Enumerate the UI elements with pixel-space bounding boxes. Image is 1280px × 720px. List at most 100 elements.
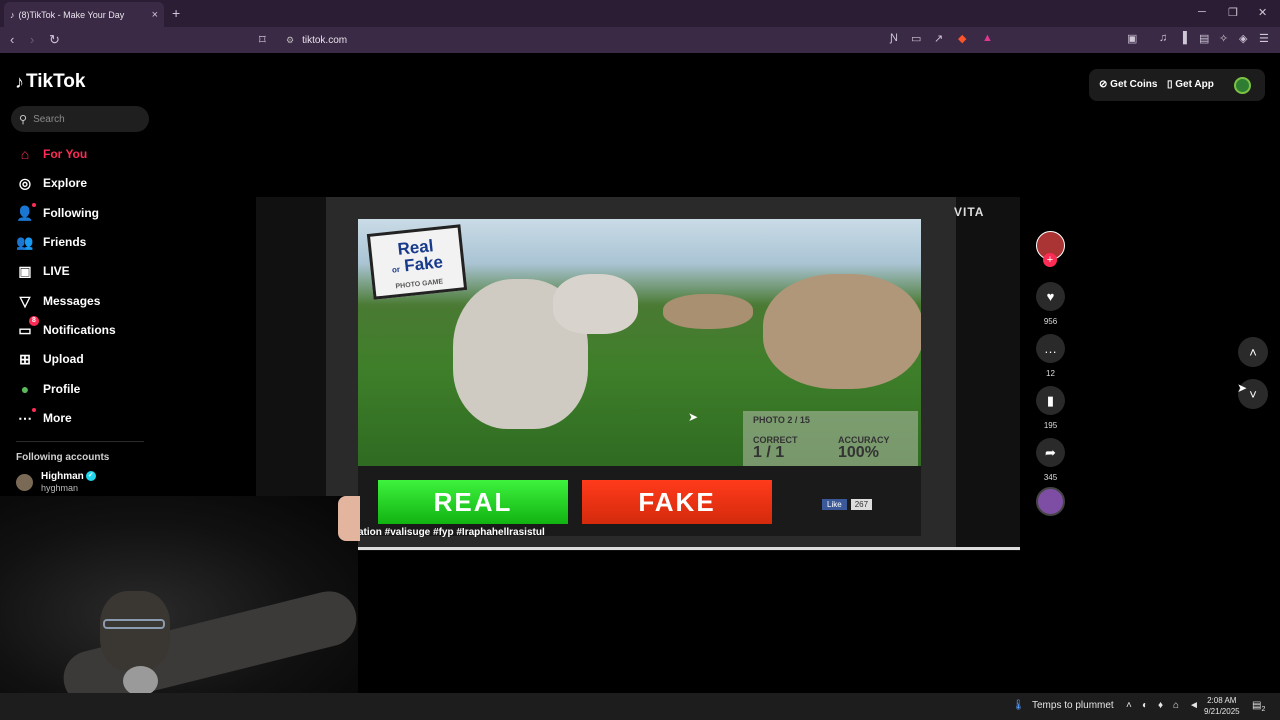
- home-icon: ⌂: [20, 146, 30, 162]
- taskbar-clock[interactable]: 2:08 AM 9/21/2025: [1204, 695, 1240, 717]
- sidebar-item-more[interactable]: ⋯ More: [16, 407, 72, 428]
- wallet-icon[interactable]: ▤: [1199, 32, 1209, 45]
- account-name: Highman ✓: [41, 471, 96, 483]
- following-icon: 👤: [16, 202, 36, 222]
- compass-icon: ◎: [18, 174, 32, 191]
- search-input[interactable]: ⚲ Search: [11, 106, 149, 132]
- fake-answer-button: FAKE: [582, 480, 772, 524]
- user-avatar[interactable]: [1234, 77, 1251, 94]
- tiktok-note-icon: ♪: [15, 71, 24, 92]
- tiktok-logo[interactable]: ♪ TikTok: [15, 71, 85, 93]
- chevron-down-icon: ˅: [1249, 386, 1257, 402]
- address-bar-row: ‹ › ↻ ⌑ ⚙ tiktok.com Ɲ ▭ ↗ ◆ ▲ ▣ ♫ ▐ ▤ ✧…: [0, 27, 1280, 53]
- back-icon[interactable]: ‹: [10, 32, 14, 47]
- site-info-icon[interactable]: ⚙: [286, 35, 294, 46]
- share-arrow-icon[interactable]: ➦: [1036, 438, 1065, 467]
- network-icon[interactable]: ⌂: [1173, 700, 1179, 711]
- save-count: 195: [1043, 421, 1058, 430]
- media-icon[interactable]: ▣: [1127, 32, 1137, 45]
- tray-app-icon[interactable]: ◐: [1142, 700, 1148, 711]
- sidebar-item-upload[interactable]: ⊞ Upload: [16, 349, 84, 369]
- sidebar-item-explore[interactable]: ◎ Explore: [16, 173, 87, 193]
- sidebar-toggle-icon[interactable]: ▐: [1179, 32, 1187, 44]
- follow-plus-icon[interactable]: +: [1043, 253, 1057, 267]
- vpn-icon[interactable]: ◈: [1239, 32, 1247, 45]
- comment-action[interactable]: … 12: [1036, 334, 1065, 378]
- browser-tab[interactable]: ♪ (8)TikTok - Make Your Day ×: [4, 2, 164, 27]
- video-progress-bar[interactable]: [358, 547, 1020, 550]
- real-or-fake-logo: Real or Fake PHOTO GAME: [366, 224, 468, 300]
- menu-icon[interactable]: ☰: [1259, 32, 1269, 45]
- browser-tab-bar: ♪ (8)TikTok - Make Your Day × + ─ ❐ ✕: [0, 0, 1280, 27]
- profile-avatar-icon: ●: [20, 381, 30, 397]
- like-action[interactable]: ♥ 956: [1036, 282, 1065, 326]
- rewards-icon[interactable]: ▲: [982, 32, 993, 44]
- share-action[interactable]: ➦ 345: [1036, 438, 1065, 482]
- cow-photo: Real or Fake PHOTO GAME PHOTO 2 / 15 COR…: [358, 219, 921, 466]
- messages-icon: ▽: [19, 292, 31, 309]
- sidebar-divider: [16, 441, 144, 442]
- score-panel: PHOTO 2 / 15 CORRECT 1 / 1 ACCURACY 100%: [743, 411, 918, 466]
- webcam-overlay: [0, 496, 363, 712]
- windows-taskbar: 🌡 Temps to plummet ˄ ◐ ♦ ⌂ ◄ 2:08 AM 9/2…: [0, 693, 1280, 720]
- brave-shield-icon[interactable]: ◆: [958, 32, 966, 45]
- sidebar-item-friends[interactable]: 👥 Friends: [16, 232, 86, 252]
- url-text: tiktok.com: [302, 34, 348, 46]
- microphone-icon[interactable]: ♦: [1158, 700, 1163, 711]
- music-queue-icon[interactable]: ♫: [1159, 32, 1167, 44]
- share-icon[interactable]: ↗: [934, 32, 943, 45]
- share-count: 345: [1043, 473, 1058, 482]
- forward-icon[interactable]: ›: [30, 32, 34, 47]
- real-answer-button: REAL: [378, 480, 568, 524]
- bookmark-icon[interactable]: ▮: [1036, 386, 1065, 415]
- more-icon: ⋯: [16, 407, 36, 427]
- leo-ai-icon[interactable]: ✧: [1219, 32, 1228, 45]
- heart-icon[interactable]: ♥: [1036, 282, 1065, 311]
- video-caption[interactable]: ation #valisuge #fyp #Iraphahellrasistul: [358, 527, 545, 538]
- vita-watermark: VITA: [954, 205, 985, 219]
- new-tab-button[interactable]: +: [172, 5, 180, 21]
- mouse-cursor-icon: ➤: [688, 410, 699, 424]
- streamer-head: [100, 591, 170, 671]
- tray-chevron-icon[interactable]: ˄: [1126, 700, 1132, 711]
- live-icon: ▣: [18, 262, 32, 279]
- following-account-item[interactable]: Highman ✓ hyghman: [16, 471, 96, 494]
- progress-fill: [358, 547, 1020, 550]
- microphone: [123, 666, 158, 696]
- new-dot: [32, 407, 36, 412]
- bookmark-icon[interactable]: ⌑: [259, 32, 266, 48]
- notification-center-icon[interactable]: ▤2: [1252, 700, 1265, 713]
- translate-icon[interactable]: Ɲ: [890, 32, 898, 44]
- comment-count: 12: [1046, 369, 1055, 378]
- reload-icon[interactable]: ↻: [49, 32, 60, 48]
- save-action[interactable]: ▮ 195: [1036, 386, 1065, 430]
- volume-icon[interactable]: ◄: [1189, 700, 1199, 711]
- sidebar-item-notifications[interactable]: ▭ 8 Notifications: [16, 315, 116, 340]
- search-icon: ⚲: [19, 113, 28, 126]
- background-cow: [663, 294, 753, 329]
- chevron-up-icon: ˄: [1249, 344, 1257, 360]
- music-disc-icon[interactable]: [1036, 487, 1065, 516]
- cast-icon[interactable]: ▭: [911, 32, 921, 45]
- minimize-button[interactable]: ─: [1198, 6, 1206, 18]
- tab-close-icon[interactable]: ×: [152, 9, 158, 21]
- weather-widget[interactable]: Temps to plummet: [1032, 700, 1114, 711]
- coin-icon: ⊘: [1099, 79, 1111, 90]
- get-coins-button[interactable]: ⊘ Get Coins: [1099, 79, 1157, 90]
- sidebar-item-following[interactable]: 👤 Following: [16, 202, 99, 223]
- account-username: hyghman: [41, 483, 79, 493]
- sidebar-item-for-you[interactable]: ⌂ For You: [16, 144, 87, 164]
- maximize-button[interactable]: ❐: [1228, 6, 1238, 19]
- video-player[interactable]: Real or Fake PHOTO GAME PHOTO 2 / 15 COR…: [256, 197, 1020, 551]
- tiktok-favicon-icon: ♪: [10, 9, 15, 20]
- facebook-like-widget: Like 267: [822, 497, 902, 511]
- sidebar-item-profile[interactable]: ● Profile: [16, 379, 81, 399]
- previous-video-button[interactable]: ˄: [1238, 337, 1268, 367]
- get-app-button[interactable]: ▯ Get App: [1167, 79, 1214, 90]
- comment-icon[interactable]: …: [1036, 334, 1065, 363]
- window-close-button[interactable]: ✕: [1258, 6, 1267, 19]
- thermometer-icon: 🌡: [1012, 700, 1025, 711]
- sidebar-item-live[interactable]: ▣ LIVE: [16, 261, 69, 281]
- search-placeholder: Search: [33, 113, 65, 125]
- sidebar-item-messages[interactable]: ▽ Messages: [16, 291, 101, 311]
